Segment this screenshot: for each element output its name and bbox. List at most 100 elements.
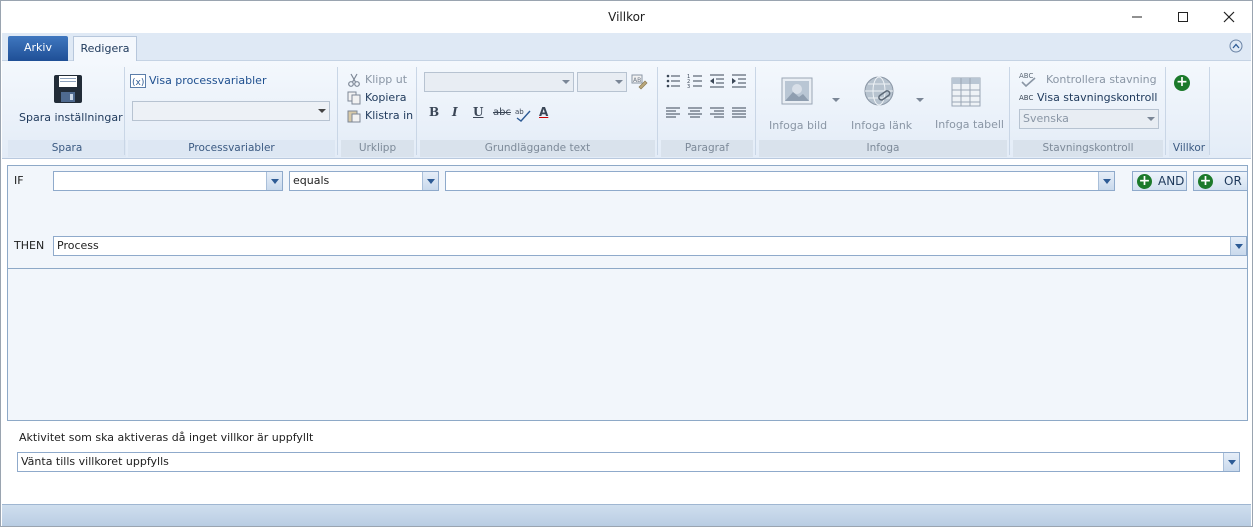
bold-button[interactable]: B (429, 105, 439, 119)
font-color-button[interactable]: A (539, 105, 548, 119)
or-button[interactable]: + OR (1193, 171, 1248, 191)
spelling-language-select[interactable]: Svenska (1019, 109, 1159, 129)
tab-edit[interactable]: Redigera (73, 36, 137, 62)
collapse-ribbon-icon[interactable] (1229, 39, 1243, 53)
dropdown-arrow-icon (266, 172, 282, 190)
svg-text:3: 3 (687, 84, 690, 89)
plus-icon: + (1137, 173, 1152, 189)
group-separator (755, 67, 756, 155)
or-label: OR (1224, 174, 1242, 188)
svg-text:ABC: ABC (1019, 72, 1033, 80)
check-spelling-button[interactable]: ABC Kontrollera stavning (1017, 71, 1163, 89)
paste-icon (347, 110, 361, 123)
save-settings-button[interactable]: Spara inställningar (12, 69, 123, 129)
dropdown-arrow-icon (1098, 172, 1114, 190)
condition-editor: IF equals + AND + OR THEN Process (7, 165, 1248, 421)
cut-label: Klipp ut (365, 73, 408, 86)
tab-file[interactable]: Arkiv (8, 36, 68, 61)
group-label-save: Spara (8, 140, 126, 157)
group-spelling: ABC Kontrollera stavning ABC Visa stavni… (1013, 65, 1163, 157)
group-label-basic-text: Grundläggande text (420, 140, 655, 157)
group-label-insert: Infoga (759, 140, 1007, 157)
add-condition-button[interactable]: + (1174, 75, 1190, 91)
group-separator (1009, 67, 1010, 155)
minimize-button[interactable] (1114, 1, 1160, 32)
close-button[interactable] (1206, 1, 1252, 32)
svg-text:AB: AB (633, 77, 641, 84)
insert-image-label: Infoga bild (769, 119, 828, 132)
insert-link-button[interactable]: Infoga länk (847, 73, 927, 135)
scissors-icon (348, 73, 360, 87)
group-save: Spara inställningar Spara (8, 65, 126, 157)
process-variables-select[interactable] (132, 101, 330, 121)
align-center-icon[interactable] (687, 105, 703, 121)
group-label-process-variables: Processvariabler (128, 140, 335, 157)
if-variable-select[interactable] (53, 171, 283, 191)
align-left-icon[interactable] (665, 105, 681, 121)
title-bar: Villkor (1, 1, 1252, 33)
operator-value: equals (293, 174, 330, 187)
svg-text:ab: ab (515, 108, 524, 116)
insert-image-button[interactable]: Infoga bild (765, 73, 845, 135)
if-value-select[interactable] (445, 171, 1115, 191)
then-label: THEN (14, 239, 45, 252)
clear-format-icon[interactable]: AB (630, 73, 648, 91)
font-family-select[interactable] (424, 72, 574, 92)
close-icon (1223, 11, 1235, 22)
divider (8, 268, 1247, 269)
group-separator (337, 67, 338, 155)
globe-link-icon (864, 76, 894, 106)
status-bar (2, 504, 1251, 526)
copy-icon (347, 91, 361, 105)
window-title: Villkor (608, 10, 645, 24)
decrease-indent-icon[interactable] (709, 73, 725, 89)
and-button[interactable]: + AND (1132, 171, 1187, 191)
group-separator (1165, 67, 1166, 155)
group-separator (416, 67, 417, 155)
spelling-language-value: Svenska (1023, 112, 1069, 125)
if-label: IF (14, 174, 24, 187)
align-right-icon[interactable] (709, 105, 725, 121)
then-select[interactable]: Process (53, 236, 1247, 256)
show-process-variables-button[interactable]: (x) Visa processvariabler (130, 73, 290, 89)
insert-link-label: Infoga länk (851, 119, 913, 132)
paste-button[interactable]: Klistra in (345, 108, 413, 124)
group-clipboard: Klipp ut Kopiera Klistra in Urklipp (341, 65, 414, 157)
show-spellcheck-button[interactable]: ABC Visa stavningskontroll (1017, 90, 1163, 106)
cut-button[interactable]: Klipp ut (345, 72, 413, 88)
show-spellcheck-label: Visa stavningskontroll (1037, 91, 1158, 104)
process-variables-icon: (x) (130, 74, 146, 88)
fallback-label: Aktivitet som ska aktiveras då inget vil… (19, 431, 314, 444)
group-conditions: + Villkor (1169, 65, 1209, 157)
group-process-variables: (x) Visa processvariabler Processvariabl… (128, 65, 335, 157)
group-label-conditions: Villkor (1169, 140, 1209, 157)
align-justify-icon[interactable] (731, 105, 747, 121)
insert-table-button[interactable]: Infoga tabell (931, 73, 1005, 135)
increase-indent-icon[interactable] (731, 73, 747, 89)
plus-icon: + (1176, 74, 1188, 90)
copy-button[interactable]: Kopiera (345, 90, 413, 106)
italic-button[interactable]: I (452, 105, 458, 119)
plus-icon: + (1198, 173, 1213, 189)
fallback-value: Vänta tills villkoret uppfylls (21, 455, 169, 468)
and-label: AND (1158, 174, 1185, 188)
group-separator (124, 67, 125, 155)
bullet-list-icon[interactable] (665, 73, 681, 89)
strikethrough-button[interactable]: abc (493, 107, 511, 118)
maximize-icon (1178, 11, 1188, 22)
chevron-down-icon (832, 98, 840, 102)
font-size-select[interactable] (577, 72, 627, 92)
maximize-button[interactable] (1160, 1, 1206, 32)
underline-button[interactable]: U (473, 105, 483, 119)
numbered-list-icon[interactable]: 1 2 3 (687, 73, 703, 89)
group-separator (657, 67, 658, 155)
table-icon (951, 77, 981, 107)
ribbon: Spara inställningar Spara (x) Visa proce… (2, 61, 1251, 159)
spellcheck-small-icon[interactable]: ab (514, 105, 532, 123)
group-label-clipboard: Urklipp (341, 140, 414, 157)
group-basic-text: AB B I U abc ab A Grundläggande text (420, 65, 655, 157)
fallback-select[interactable]: Vänta tills villkoret uppfylls (17, 452, 1240, 472)
paste-label: Klistra in (365, 109, 414, 122)
operator-select[interactable]: equals (289, 171, 439, 191)
ribbon-tabstrip: Arkiv Redigera (2, 33, 1251, 62)
